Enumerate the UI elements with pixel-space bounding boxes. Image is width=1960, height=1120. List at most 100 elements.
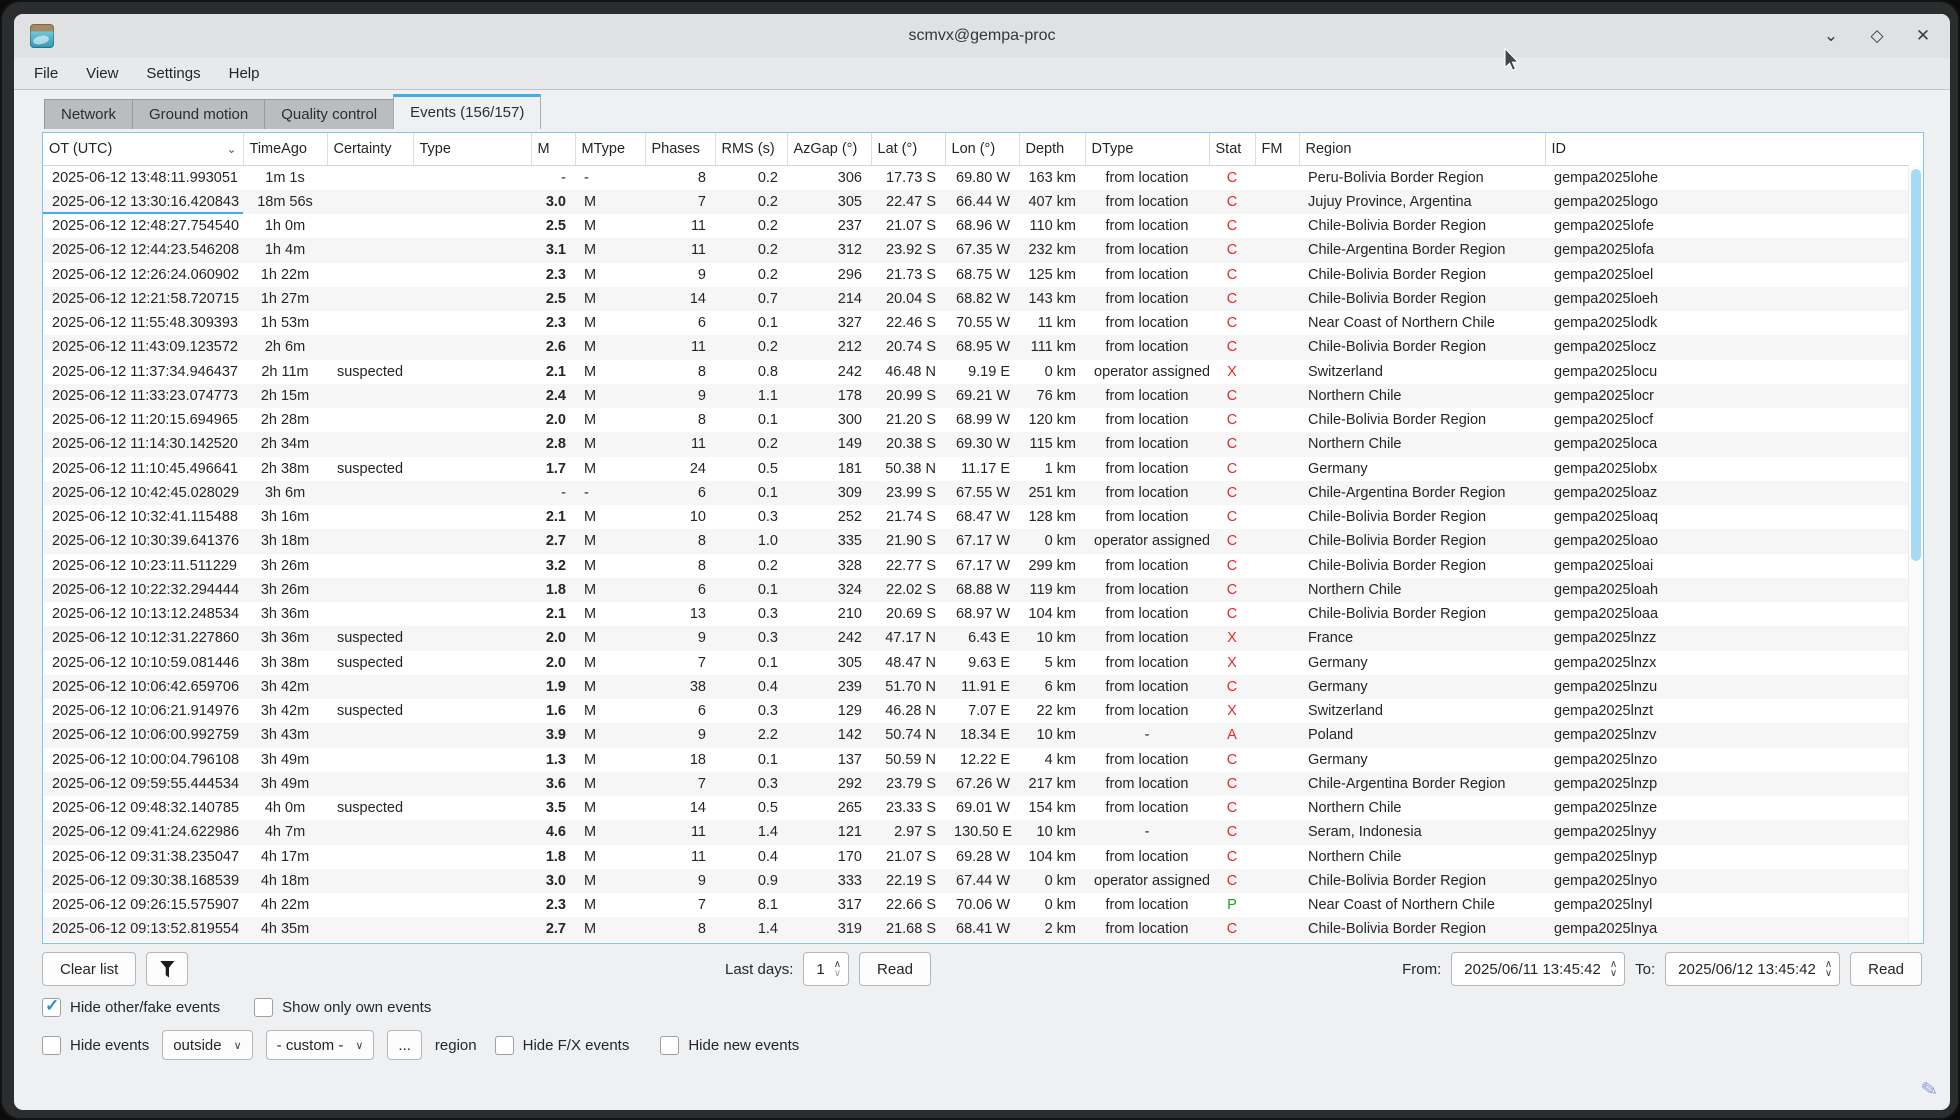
- cell-ot[interactable]: 2025-06-12 10:42:45.028029: [43, 481, 243, 505]
- cell-rms[interactable]: 0.1: [715, 748, 787, 772]
- cell-id[interactable]: gempa2025lnyy: [1545, 820, 1909, 844]
- cell-rms[interactable]: 0.2: [715, 214, 787, 238]
- cell-time_ago[interactable]: 3h 38m: [243, 651, 327, 675]
- cell-rms[interactable]: 0.3: [715, 505, 787, 529]
- cell-azgap[interactable]: 312: [787, 238, 871, 262]
- cell-ot[interactable]: 2025-06-12 09:30:38.168539: [43, 869, 243, 893]
- cell-id[interactable]: gempa2025logo: [1545, 190, 1909, 214]
- table-row[interactable]: 2025-06-12 10:12:31.2278603h 36msuspecte…: [43, 626, 1909, 650]
- cell-mtype[interactable]: M: [575, 408, 645, 432]
- cell-depth[interactable]: 10 km: [1019, 626, 1085, 650]
- table-row[interactable]: 2025-06-12 12:44:23.5462081h 4m3.1M110.2…: [43, 238, 1909, 262]
- cell-phases[interactable]: 18: [645, 748, 715, 772]
- cell-phases[interactable]: 13: [645, 602, 715, 626]
- table-row[interactable]: 2025-06-12 11:33:23.0747732h 15m2.4M91.1…: [43, 384, 1909, 408]
- cell-azgap[interactable]: 142: [787, 723, 871, 747]
- cell-phases[interactable]: 6: [645, 699, 715, 723]
- column-header-id[interactable]: ID: [1545, 133, 1909, 165]
- menu-view[interactable]: View: [86, 65, 118, 82]
- cell-certainty[interactable]: [327, 238, 413, 262]
- cell-certainty[interactable]: [327, 554, 413, 578]
- cell-phases[interactable]: 14: [645, 796, 715, 820]
- cell-phases[interactable]: 7: [645, 772, 715, 796]
- cell-mtype[interactable]: M: [575, 554, 645, 578]
- cell-fm[interactable]: [1255, 505, 1299, 529]
- table-row[interactable]: 2025-06-12 09:26:15.5759074h 22m2.3M78.1…: [43, 893, 1909, 917]
- cell-depth[interactable]: 10 km: [1019, 820, 1085, 844]
- cell-fm[interactable]: [1255, 699, 1299, 723]
- cell-lon[interactable]: 68.97 W: [945, 602, 1019, 626]
- cell-certainty[interactable]: suspected: [327, 699, 413, 723]
- cell-azgap[interactable]: 252: [787, 505, 871, 529]
- cell-rms[interactable]: 1.4: [715, 820, 787, 844]
- cell-time_ago[interactable]: 3h 49m: [243, 748, 327, 772]
- cell-phases[interactable]: 7: [645, 190, 715, 214]
- cell-lat[interactable]: 50.59 N: [871, 748, 945, 772]
- cell-certainty[interactable]: [327, 190, 413, 214]
- cell-rms[interactable]: 0.2: [715, 554, 787, 578]
- cell-m[interactable]: 2.1: [531, 360, 575, 384]
- cell-phases[interactable]: 8: [645, 408, 715, 432]
- cell-lon[interactable]: 68.95 W: [945, 335, 1019, 359]
- cell-m[interactable]: -: [531, 165, 575, 190]
- cell-stat[interactable]: C: [1209, 675, 1255, 699]
- cell-fm[interactable]: [1255, 893, 1299, 917]
- cell-type[interactable]: [413, 165, 531, 190]
- cell-lat[interactable]: 21.07 S: [871, 214, 945, 238]
- cell-type[interactable]: [413, 675, 531, 699]
- cell-m[interactable]: 2.5: [531, 214, 575, 238]
- cell-dtype[interactable]: from location: [1085, 505, 1209, 529]
- cell-phases[interactable]: 8: [645, 554, 715, 578]
- cell-rms[interactable]: 0.5: [715, 796, 787, 820]
- cell-depth[interactable]: 22 km: [1019, 699, 1085, 723]
- cell-time_ago[interactable]: 4h 17m: [243, 845, 327, 869]
- titlebar[interactable]: scmvx@gempa-proc ⌄ ◇ ✕: [14, 14, 1950, 58]
- cell-lat[interactable]: 50.74 N: [871, 723, 945, 747]
- cell-mtype[interactable]: M: [575, 287, 645, 311]
- cell-depth[interactable]: 6 km: [1019, 675, 1085, 699]
- cell-id[interactable]: gempa2025lodk: [1545, 311, 1909, 335]
- cell-depth[interactable]: 110 km: [1019, 214, 1085, 238]
- table-row[interactable]: 2025-06-12 11:10:45.4966412h 38msuspecte…: [43, 457, 1909, 481]
- cell-region[interactable]: Chile-Bolivia Border Region: [1299, 335, 1545, 359]
- cell-lon[interactable]: 68.96 W: [945, 214, 1019, 238]
- cell-azgap[interactable]: 317: [787, 893, 871, 917]
- column-header-rms-s[interactable]: RMS (s): [715, 133, 787, 165]
- cell-lat[interactable]: 20.74 S: [871, 335, 945, 359]
- cell-phases[interactable]: 38: [645, 675, 715, 699]
- cell-certainty[interactable]: [327, 287, 413, 311]
- cell-id[interactable]: gempa2025lnzv: [1545, 723, 1909, 747]
- cell-m[interactable]: 2.4: [531, 384, 575, 408]
- cell-rms[interactable]: 1.0: [715, 529, 787, 553]
- cell-certainty[interactable]: [327, 384, 413, 408]
- table-row[interactable]: 2025-06-12 10:06:42.6597063h 42m1.9M380.…: [43, 675, 1909, 699]
- cell-depth[interactable]: 125 km: [1019, 263, 1085, 287]
- cell-mtype[interactable]: M: [575, 311, 645, 335]
- cell-time_ago[interactable]: 1h 4m: [243, 238, 327, 262]
- cell-stat[interactable]: C: [1209, 287, 1255, 311]
- cell-m[interactable]: 3.6: [531, 772, 575, 796]
- cell-lat[interactable]: 20.04 S: [871, 287, 945, 311]
- cell-mtype[interactable]: M: [575, 529, 645, 553]
- cell-phases[interactable]: 8: [645, 360, 715, 384]
- cell-phases[interactable]: 8: [645, 529, 715, 553]
- cell-certainty[interactable]: [327, 335, 413, 359]
- cell-time_ago[interactable]: 1m 1s: [243, 165, 327, 190]
- cell-m[interactable]: 2.5: [531, 287, 575, 311]
- cell-m[interactable]: 1.8: [531, 845, 575, 869]
- cell-certainty[interactable]: suspected: [327, 360, 413, 384]
- cell-id[interactable]: gempa2025loca: [1545, 432, 1909, 456]
- cell-lon[interactable]: 67.55 W: [945, 481, 1019, 505]
- cell-azgap[interactable]: 210: [787, 602, 871, 626]
- maximize-button[interactable]: ◇: [1866, 26, 1888, 46]
- cell-azgap[interactable]: 309: [787, 481, 871, 505]
- cell-lon[interactable]: 69.21 W: [945, 384, 1019, 408]
- cell-region[interactable]: Northern Chile: [1299, 384, 1545, 408]
- cell-ot[interactable]: 2025-06-12 10:06:42.659706: [43, 675, 243, 699]
- cell-stat[interactable]: X: [1209, 360, 1255, 384]
- cell-fm[interactable]: [1255, 214, 1299, 238]
- cell-certainty[interactable]: [327, 505, 413, 529]
- cell-region[interactable]: France: [1299, 626, 1545, 650]
- cell-rms[interactable]: 0.1: [715, 651, 787, 675]
- cell-stat[interactable]: C: [1209, 263, 1255, 287]
